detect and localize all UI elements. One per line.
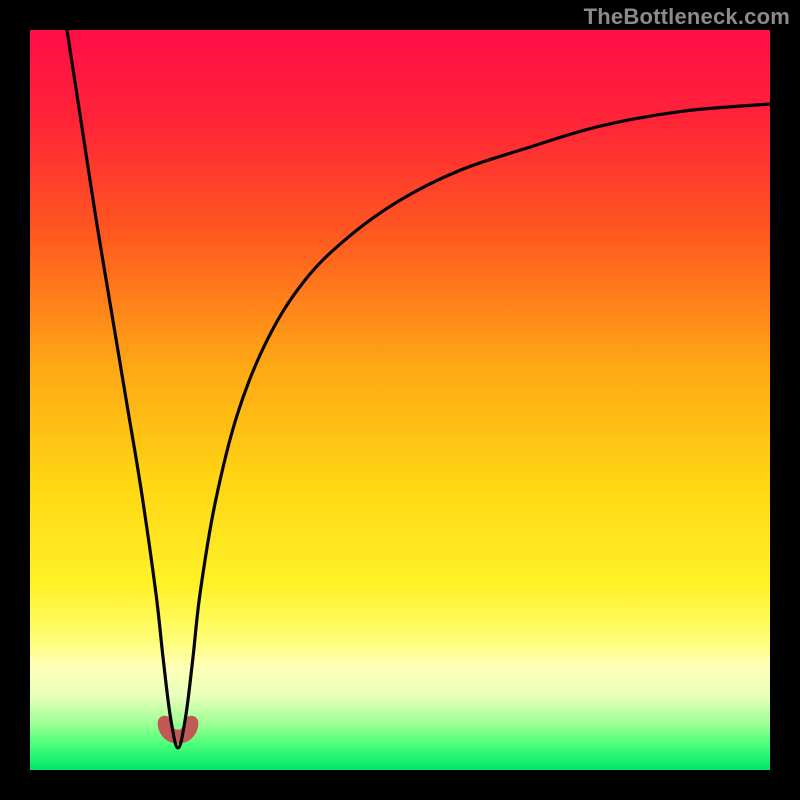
- background-gradient: [30, 30, 770, 770]
- plot-area: [30, 30, 770, 770]
- watermark-label: TheBottleneck.com: [584, 4, 790, 30]
- chart-frame: TheBottleneck.com: [0, 0, 800, 800]
